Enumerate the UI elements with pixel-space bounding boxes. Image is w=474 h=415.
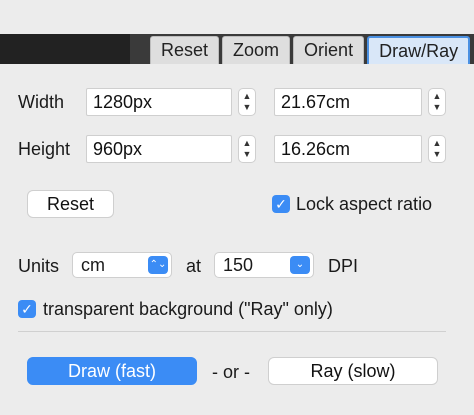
mode-tabs: Reset Zoom Orient Draw/Ray bbox=[130, 34, 474, 64]
check-icon: ✓ bbox=[275, 196, 287, 212]
units-label: Units bbox=[18, 256, 60, 276]
tab-zoom-label: Zoom bbox=[233, 40, 280, 60]
dpi-label: DPI bbox=[328, 256, 359, 276]
stepper-up-icon: ▲ bbox=[242, 138, 252, 148]
tab-orient[interactable]: Orient bbox=[293, 36, 365, 64]
lock-aspect-label: Lock aspect ratio bbox=[296, 194, 433, 214]
reset-size-label: Reset bbox=[46, 193, 95, 214]
transparent-bg-checkbox[interactable]: ✓ bbox=[18, 300, 36, 318]
select-arrows-icon: ⌃⌄ bbox=[148, 256, 168, 274]
dpi-value: 150 bbox=[223, 255, 254, 275]
lock-aspect-checkbox[interactable]: ✓ bbox=[272, 195, 290, 213]
toolbar: Reset Zoom Orient Draw/Ray bbox=[0, 0, 474, 64]
stepper-down-icon: ▼ bbox=[432, 102, 442, 112]
height-label: Height bbox=[18, 139, 71, 159]
width-px-stepper[interactable]: ▲ ▼ bbox=[238, 88, 256, 116]
units-value: cm bbox=[81, 255, 105, 275]
stepper-down-icon: ▼ bbox=[432, 149, 442, 159]
dropdown-arrow-icon: ⌄ bbox=[290, 256, 310, 274]
height-px-field[interactable]: 960px bbox=[86, 135, 232, 163]
tab-reset[interactable]: Reset bbox=[150, 36, 220, 64]
reset-size-button[interactable]: Reset bbox=[27, 190, 114, 218]
draw-ray-panel: Width 1280px ▲ ▼ 21.67cm ▲ ▼ Height 960p… bbox=[0, 64, 474, 415]
tab-reset-label: Reset bbox=[161, 40, 209, 60]
width-cm-stepper[interactable]: ▲ ▼ bbox=[428, 88, 446, 116]
check-icon: ✓ bbox=[21, 301, 33, 317]
stepper-down-icon: ▼ bbox=[242, 102, 252, 112]
width-label: Width bbox=[18, 92, 65, 112]
tab-draw-ray-label: Draw/Ray bbox=[379, 40, 459, 61]
transparent-bg-label: transparent background ("Ray" only) bbox=[43, 299, 333, 319]
stepper-down-icon: ▼ bbox=[242, 149, 252, 159]
stepper-up-icon: ▲ bbox=[432, 91, 442, 101]
stepper-up-icon: ▲ bbox=[432, 138, 442, 148]
or-label: - or - bbox=[212, 362, 250, 382]
height-cm-field[interactable]: 16.26cm bbox=[274, 135, 422, 163]
ray-slow-label: Ray (slow) bbox=[310, 360, 396, 381]
width-cm-field[interactable]: 21.67cm bbox=[274, 88, 422, 116]
tab-orient-label: Orient bbox=[304, 40, 354, 60]
ray-slow-button[interactable]: Ray (slow) bbox=[268, 357, 438, 385]
height-cm-stepper[interactable]: ▲ ▼ bbox=[428, 135, 446, 163]
at-label: at bbox=[186, 256, 202, 276]
dpi-select[interactable]: 150 ⌄ bbox=[214, 252, 314, 278]
draw-fast-label: Draw (fast) bbox=[67, 360, 156, 381]
tab-zoom[interactable]: Zoom bbox=[222, 36, 291, 64]
units-select[interactable]: cm ⌃⌄ bbox=[72, 252, 172, 278]
width-px-field[interactable]: 1280px bbox=[86, 88, 232, 116]
height-px-stepper[interactable]: ▲ ▼ bbox=[238, 135, 256, 163]
stepper-up-icon: ▲ bbox=[242, 91, 252, 101]
toolbar-dark-strip bbox=[0, 34, 130, 64]
tab-draw-ray[interactable]: Draw/Ray bbox=[367, 36, 471, 64]
draw-fast-button[interactable]: Draw (fast) bbox=[27, 357, 197, 385]
divider bbox=[18, 331, 446, 332]
